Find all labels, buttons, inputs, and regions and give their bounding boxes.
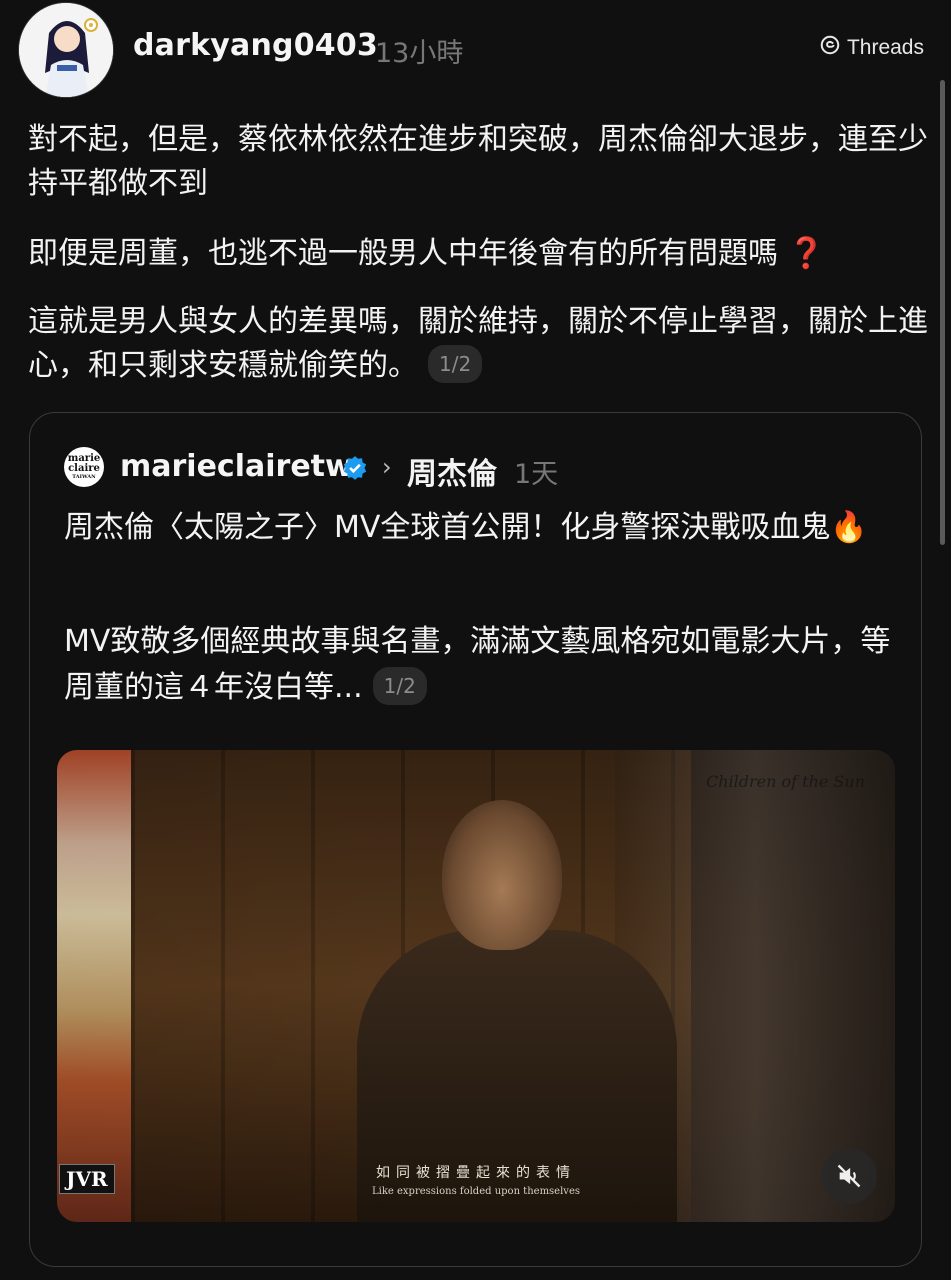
post-paragraph-3: 這就是男人與女人的差異嗎，關於維持，關於不停止學習，關於上進心，和只剩求安穩就偷… — [28, 300, 928, 388]
quoted-post-card[interactable]: marie claire TAIWAN marieclairetw › 周杰倫 … — [29, 412, 922, 1267]
threads-badge[interactable]: Threads — [819, 34, 924, 62]
threads-label: Threads — [846, 36, 924, 59]
video-subtitle-en: Like expressions folded upon themselves — [372, 1186, 580, 1197]
stained-glass-window — [57, 750, 131, 1222]
threads-logo-icon — [819, 34, 841, 62]
muted-speaker-icon — [837, 1164, 861, 1188]
quoted-avatar-text-small: TAIWAN — [72, 474, 96, 480]
video-figure-head — [442, 800, 562, 950]
quoted-page-indicator[interactable]: 1/2 — [372, 666, 427, 705]
post-paragraph-2: 即便是周董，也逃不過一般男人中年後會有的所有問題嗎 ❓ — [28, 232, 928, 276]
scrollbar[interactable] — [940, 80, 945, 545]
quoted-paragraph-2-text: MV致敬多個經典故事與名畫，滿滿文藝風格宛如電影大片，等周董的這４年沒白等... — [64, 624, 891, 705]
quoted-paragraph-1: 周杰倫〈太陽之子〉MV全球首公開！化身警探決戰吸血鬼🔥 — [64, 505, 894, 551]
reply-to-name[interactable]: 周杰倫 — [407, 449, 497, 493]
video-player[interactable]: Children of the Sun JVR 如同被摺疊起來的表情 Like … — [57, 750, 895, 1222]
fire-icon: 🔥 — [830, 510, 868, 545]
quoted-author-avatar[interactable]: marie claire TAIWAN — [64, 447, 104, 487]
post-timestamp: 13小時 — [375, 38, 464, 69]
post-paragraph-2-text: 即便是周董，也逃不過一般男人中年後會有的所有問題嗎 — [28, 236, 778, 271]
chevron-right-icon: › — [382, 453, 392, 481]
author-avatar[interactable] — [18, 2, 114, 98]
quoted-avatar-text-bottom: claire — [68, 463, 100, 474]
author-username[interactable]: darkyang0403 — [133, 28, 378, 63]
verified-badge-icon — [343, 456, 367, 480]
quoted-paragraph-2: MV致敬多個經典故事與名畫，滿滿文藝風格宛如電影大片，等周董的這４年沒白等...… — [64, 619, 894, 711]
mute-toggle-button[interactable] — [821, 1148, 877, 1204]
post-paragraph-1: 對不起，但是，蔡依林依然在進步和突破，周杰倫卻大退步，連至少持平都做不到 — [28, 122, 928, 201]
quoted-paragraph-1-text: 周杰倫〈太陽之子〉MV全球首公開！化身警探決戰吸血鬼 — [64, 510, 831, 545]
video-subtitle-zh: 如同被摺疊起來的表情 — [376, 1165, 576, 1181]
quoted-timestamp: 1天 — [514, 459, 559, 490]
question-mark-icon: ❓ — [787, 236, 825, 271]
quoted-author-username[interactable]: marieclairetw — [120, 449, 353, 484]
video-title-watermark: Children of the Sun — [705, 772, 865, 791]
page-indicator[interactable]: 1/2 — [428, 344, 483, 383]
